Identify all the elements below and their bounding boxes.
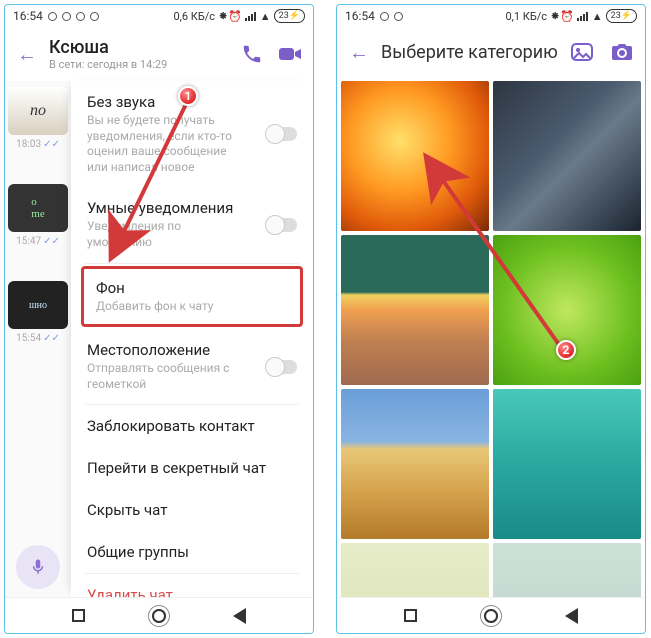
gallery-button[interactable] [565,35,599,69]
alarm-icon: ⏰ [228,10,242,23]
location-toggle[interactable] [267,360,297,374]
bg-thumb-dune[interactable] [341,389,489,539]
setting-location[interactable]: Местоположение Отправлять сообщения с ге… [71,329,313,404]
bg-thumb-storm[interactable] [493,81,641,231]
gallery-icon [570,42,594,62]
setting-common-groups[interactable]: Общие группы [71,531,313,573]
signal-icon [577,11,589,21]
setting-desc: Добавить фон к чату [96,299,256,315]
last-seen: В сети: сегодня в 14:29 [49,58,229,71]
signal-icon [245,11,257,21]
message-timestamp: 15:47✓✓ [16,236,60,247]
back-button[interactable]: ← [343,36,375,68]
setting-desc: Уведомления по умолчанию [87,219,247,250]
annotation-step-1: 1 [178,86,198,106]
video-call-button[interactable] [273,37,307,71]
setting-background[interactable]: Фон Добавить фон к чату [81,266,303,328]
back-nav-button[interactable] [565,608,578,624]
network-speed: 0,1 КБ/с [506,10,548,23]
settings-panel[interactable]: Без звука Вы не будете получать уведомле… [71,81,313,597]
message-timestamp: 18:03✓✓ [16,139,60,150]
phone-icon [241,43,263,65]
android-nav-bar [337,597,645,633]
setting-smart-notifications[interactable]: Умные уведомления Уведомления по умолчан… [71,187,313,262]
setting-label: Удалить чат [87,586,297,597]
bg-thumb-leaf[interactable] [493,235,641,385]
clock: 16:54 [345,9,375,23]
back-arrow-icon: ← [349,40,369,65]
status-dot-icon [394,12,403,21]
category-header: ← Выберите категорию [337,27,645,77]
setting-label: Заблокировать контакт [87,417,297,435]
setting-delete-chat[interactable]: Удалить чат [71,574,313,597]
wifi-icon: ▲ [592,10,603,23]
chat-preview-strip: no 18:03✓✓ ome 15:47✓✓ шно 15:54✓✓ [5,81,71,597]
status-dot-icon [62,12,71,21]
status-dot-icon [48,12,57,21]
message-timestamp: 15:54✓✓ [16,333,60,344]
setting-label: Умные уведомления [87,199,297,217]
phone-left: 16:54 0,6 КБ/с ⁕ ⏰ ▲ 23⚡ ← Ксюша В сети:… [4,4,314,634]
smart-toggle[interactable] [267,218,297,232]
background-gallery [337,77,645,597]
camera-button[interactable] [605,35,639,69]
sticker-thumb: шно [8,281,68,329]
wifi-icon: ▲ [260,10,271,23]
setting-desc: Отправлять сообщения с геометкой [87,361,247,392]
setting-label: Перейти в секретный чат [87,459,297,477]
bg-thumb-ocean[interactable] [493,389,641,539]
bluetooth-icon: ⁕ [218,9,225,23]
phone-right: 16:54 0,1 КБ/с ⁕ ⏰ ▲ 23⚡ ← Выберите кате… [336,4,646,634]
annotation-step-2: 2 [556,340,576,360]
status-dot-icon [76,12,85,21]
battery-icon: 23⚡ [606,9,637,23]
mic-icon [29,558,47,576]
bluetooth-icon: ⁕ [550,9,557,23]
home-button[interactable] [484,609,498,623]
bg-thumb-fade2[interactable] [493,543,641,597]
setting-label: Местоположение [87,341,297,359]
setting-hide-chat[interactable]: Скрыть чат [71,489,313,531]
chat-title[interactable]: Ксюша [49,37,229,58]
sticker-thumb: no [8,87,68,135]
setting-block[interactable]: Заблокировать контакт [71,405,313,447]
video-icon [278,45,302,63]
call-button[interactable] [235,37,269,71]
bg-thumb-fire[interactable] [341,81,489,231]
bg-thumb-fade[interactable] [341,543,489,597]
setting-label: Скрыть чат [87,501,297,519]
camera-icon [610,42,634,62]
setting-secret-chat[interactable]: Перейти в секретный чат [71,447,313,489]
status-bar: 16:54 0,6 КБ/с ⁕ ⏰ ▲ 23⚡ [5,5,313,27]
sticker-thumb: ome [8,184,68,232]
back-button[interactable]: ← [11,38,43,70]
mute-toggle[interactable] [267,127,297,141]
status-dot-icon [90,12,99,21]
network-speed: 0,6 КБ/с [174,10,216,23]
recents-button[interactable] [404,609,417,622]
setting-label: Общие группы [87,543,297,561]
page-title: Выберите категорию [381,42,559,63]
bg-thumb-sunset[interactable] [341,235,489,385]
battery-icon: 23⚡ [274,9,305,23]
recents-button[interactable] [72,609,85,622]
android-nav-bar [5,597,313,633]
home-button[interactable] [152,609,166,623]
alarm-icon: ⏰ [560,10,574,23]
back-arrow-icon: ← [17,42,37,67]
status-bar: 16:54 0,1 КБ/с ⁕ ⏰ ▲ 23⚡ [337,5,645,27]
setting-desc: Вы не будете получать уведомления, если … [87,113,247,175]
clock: 16:54 [13,9,43,23]
voice-message-button[interactable] [16,545,60,589]
chat-header: ← Ксюша В сети: сегодня в 14:29 [5,27,313,81]
status-dot-icon [380,12,389,21]
back-nav-button[interactable] [233,608,246,624]
setting-label: Фон [96,279,288,297]
